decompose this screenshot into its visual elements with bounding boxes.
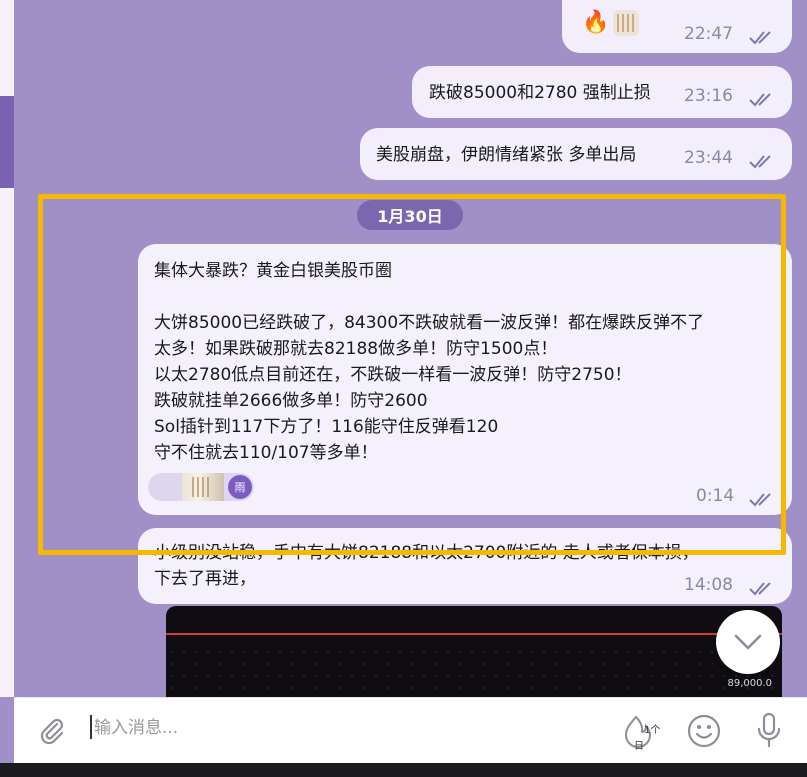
- attach-icon[interactable]: [36, 715, 68, 747]
- message-input-bar: 1个 日: [14, 697, 807, 763]
- message-line: [154, 284, 784, 310]
- chart-grid: [166, 646, 782, 697]
- message-time: 22:47: [684, 24, 733, 44]
- microphone-icon[interactable]: [754, 711, 784, 749]
- message-time: 23:16: [684, 86, 733, 106]
- reaction-chip[interactable]: 雨: [148, 473, 254, 501]
- message-line: 守不住就去110/107等多单！: [154, 443, 378, 463]
- chevron-down-icon: [734, 634, 762, 650]
- message-text: 跌破85000和2780 强制止损: [429, 83, 651, 103]
- message-line: 小级别没站稳，手中有大饼82188和以太2700附近的 走人或者保本损，: [154, 543, 699, 563]
- message-line: 大饼85000已经跌破了，84300不跌破就看一波反弹！都在爆跌反弹不了: [154, 313, 705, 333]
- message-line: 以太2780低点目前还在，不跌破一样看一波反弹！防守2750！: [154, 365, 632, 385]
- left-panel-tab[interactable]: [0, 96, 14, 188]
- sticker-thumbnail: [182, 473, 224, 501]
- date-separator: 1月30日: [357, 200, 463, 230]
- reaction-row: 🔥: [582, 10, 640, 36]
- sticker-thumbnail[interactable]: [613, 10, 640, 36]
- schedule-icon[interactable]: 1个 日: [620, 712, 660, 752]
- fire-emoji: 🔥: [582, 10, 610, 35]
- emoji-icon[interactable]: [686, 713, 722, 749]
- scroll-down-button[interactable]: [716, 610, 780, 674]
- double-check-icon: [748, 580, 776, 596]
- message-text: 美股崩盘，伊朗情绪紧张 多单出局: [376, 145, 637, 165]
- double-check-icon: [748, 491, 776, 507]
- chart-price-line: [166, 633, 782, 635]
- double-check-icon: [748, 91, 776, 107]
- message-line: 集体大暴跌？黄金白银美股币圈: [154, 261, 392, 281]
- chart-image-preview[interactable]: 89,000.0: [166, 606, 782, 697]
- chart-price-label: 89,000.0: [727, 678, 772, 689]
- message-time: 23:44: [684, 148, 733, 168]
- message-time: 14:08: [684, 575, 733, 595]
- reaction-avatar: 雨: [228, 475, 252, 499]
- double-check-icon: [748, 29, 776, 45]
- message-line: 跌破就挂单2666做多单！防守2600: [154, 391, 428, 411]
- schedule-badge-bottom: 日: [634, 741, 644, 752]
- message-line: 太多！如果跌破那就去82188做多单！防守1500点！: [154, 339, 558, 359]
- taskbar-strip: [0, 763, 807, 777]
- chat-area[interactable]: 🔥 22:47 跌破85000和2780 强制止损 23:16 美股崩盘，伊朗情…: [14, 0, 807, 697]
- message-input[interactable]: [94, 714, 554, 742]
- double-check-icon: [748, 153, 776, 169]
- message-time: 0:14: [696, 486, 735, 506]
- message-text-block: 集体大暴跌？黄金白银美股币圈 大饼85000已经跌破了，84300不跌破就看一波…: [154, 258, 784, 466]
- message-line: Sol插针到117下方了！116能守住反弹看120: [154, 417, 499, 437]
- schedule-badge-top: 1个: [644, 724, 660, 736]
- text-caret: [90, 715, 92, 739]
